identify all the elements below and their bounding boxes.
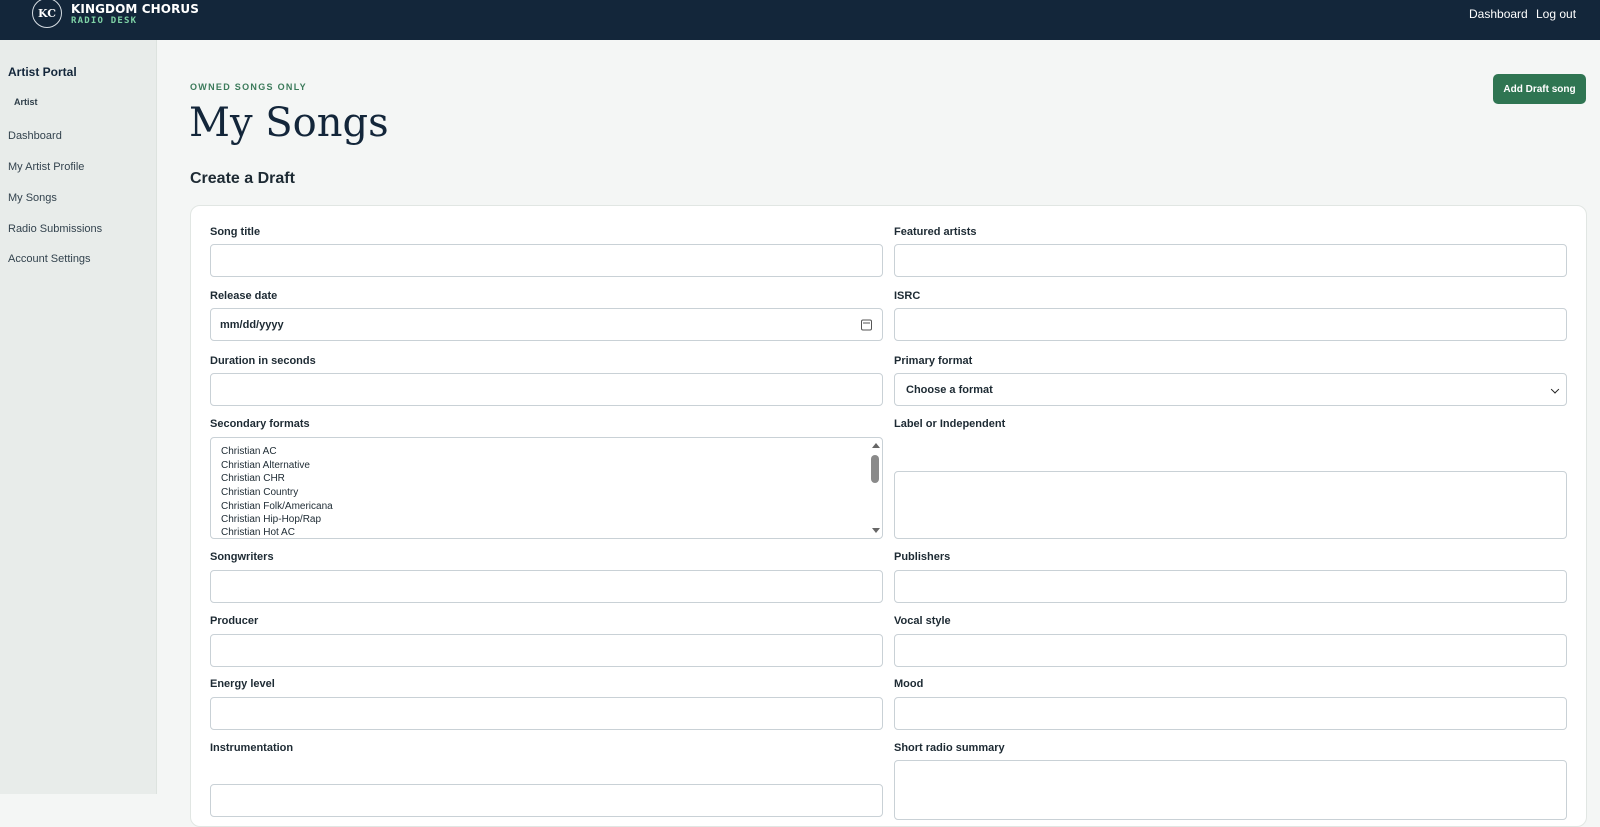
primary-format-label: Primary format xyxy=(894,355,973,367)
secondary-format-option[interactable]: Christian Hip-Hop/Rap xyxy=(221,514,321,525)
listbox-scrollbar[interactable] xyxy=(870,440,880,536)
brand-subtitle: RADIO DESK xyxy=(71,16,138,26)
secondary-formats-listbox[interactable]: Christian AC Christian Alternative Chris… xyxy=(210,437,883,539)
add-draft-song-button[interactable]: Add Draft song xyxy=(1493,74,1586,104)
sidebar-title: Artist Portal xyxy=(8,65,77,79)
top-nav-dashboard-link[interactable]: Dashboard xyxy=(1469,7,1528,21)
scroll-up-arrow-icon[interactable] xyxy=(872,443,880,448)
sidebar-item-dashboard[interactable]: Dashboard xyxy=(8,130,62,142)
brand-name: KINGDOM CHORUS xyxy=(71,2,200,16)
secondary-formats-label: Secondary formats xyxy=(210,418,310,430)
instrumentation-label: Instrumentation xyxy=(210,742,294,754)
sidebar-item-my-songs[interactable]: My Songs xyxy=(8,192,57,204)
page-title: My Songs xyxy=(189,100,389,146)
featured-artists-label: Featured artists xyxy=(894,226,977,238)
sidebar-role: Artist xyxy=(14,97,38,107)
producer-label: Producer xyxy=(210,615,259,627)
short-radio-summary-textarea[interactable] xyxy=(894,760,1567,820)
duration-input[interactable] xyxy=(210,373,883,406)
sidebar-item-my-artist-profile[interactable]: My Artist Profile xyxy=(8,161,84,173)
secondary-format-option[interactable]: Christian Hot AC xyxy=(221,527,295,538)
publishers-input[interactable] xyxy=(894,570,1567,603)
sidebar-item-radio-submissions[interactable]: Radio Submissions xyxy=(8,223,102,235)
primary-format-selected: Choose a format xyxy=(906,383,993,396)
vocal-style-label: Vocal style xyxy=(894,615,951,627)
short-radio-summary-label: Short radio summary xyxy=(894,742,1005,754)
isrc-label: ISRC xyxy=(894,290,921,302)
secondary-format-option[interactable]: Christian Folk/Americana xyxy=(221,501,333,512)
secondary-format-option[interactable]: Christian AC xyxy=(221,446,277,457)
top-bar: KC KINGDOM CHORUS RADIO DESK Dashboard L… xyxy=(0,0,1600,40)
secondary-format-option[interactable]: Christian CHR xyxy=(221,473,285,484)
sidebar: Artist Portal Artist Dashboard My Artist… xyxy=(0,40,157,794)
primary-format-select[interactable]: Choose a format xyxy=(894,373,1567,406)
draft-form-card: Song title Featured artists Release date… xyxy=(190,205,1587,827)
duration-label: Duration in seconds xyxy=(210,355,316,367)
calendar-icon[interactable] xyxy=(861,319,872,330)
featured-artists-input[interactable] xyxy=(894,244,1567,277)
secondary-format-option[interactable]: Christian Country xyxy=(221,487,298,498)
energy-level-label: Energy level xyxy=(210,678,275,690)
release-date-label: Release date xyxy=(210,290,278,302)
songwriters-label: Songwriters xyxy=(210,551,274,563)
secondary-format-option[interactable]: Christian Alternative xyxy=(221,460,310,471)
isrc-input[interactable] xyxy=(894,308,1567,341)
song-title-label: Song title xyxy=(210,226,261,238)
sidebar-item-account-settings[interactable]: Account Settings xyxy=(8,253,91,265)
scroll-down-arrow-icon[interactable] xyxy=(872,528,880,533)
mood-input[interactable] xyxy=(894,697,1567,730)
chevron-down-icon xyxy=(1550,384,1560,394)
vocal-style-input[interactable] xyxy=(894,634,1567,667)
label-or-independent-textarea[interactable] xyxy=(894,471,1567,539)
instrumentation-input[interactable] xyxy=(210,784,883,817)
logo-badge: KC xyxy=(32,0,62,28)
top-nav-logout-link[interactable]: Log out xyxy=(1536,7,1576,21)
release-date-input[interactable]: mm/dd/yyyy xyxy=(210,308,883,341)
producer-input[interactable] xyxy=(210,634,883,667)
section-title: Create a Draft xyxy=(190,170,295,187)
energy-level-input[interactable] xyxy=(210,697,883,730)
song-title-input[interactable] xyxy=(210,244,883,277)
mood-label: Mood xyxy=(894,678,924,690)
publishers-label: Publishers xyxy=(894,551,951,563)
scroll-thumb[interactable] xyxy=(871,455,879,483)
songwriters-input[interactable] xyxy=(210,570,883,603)
release-date-placeholder: mm/dd/yyyy xyxy=(220,318,284,331)
page-eyebrow: OWNED SONGS ONLY xyxy=(190,82,307,92)
label-or-independent-label: Label or Independent xyxy=(894,418,1006,430)
